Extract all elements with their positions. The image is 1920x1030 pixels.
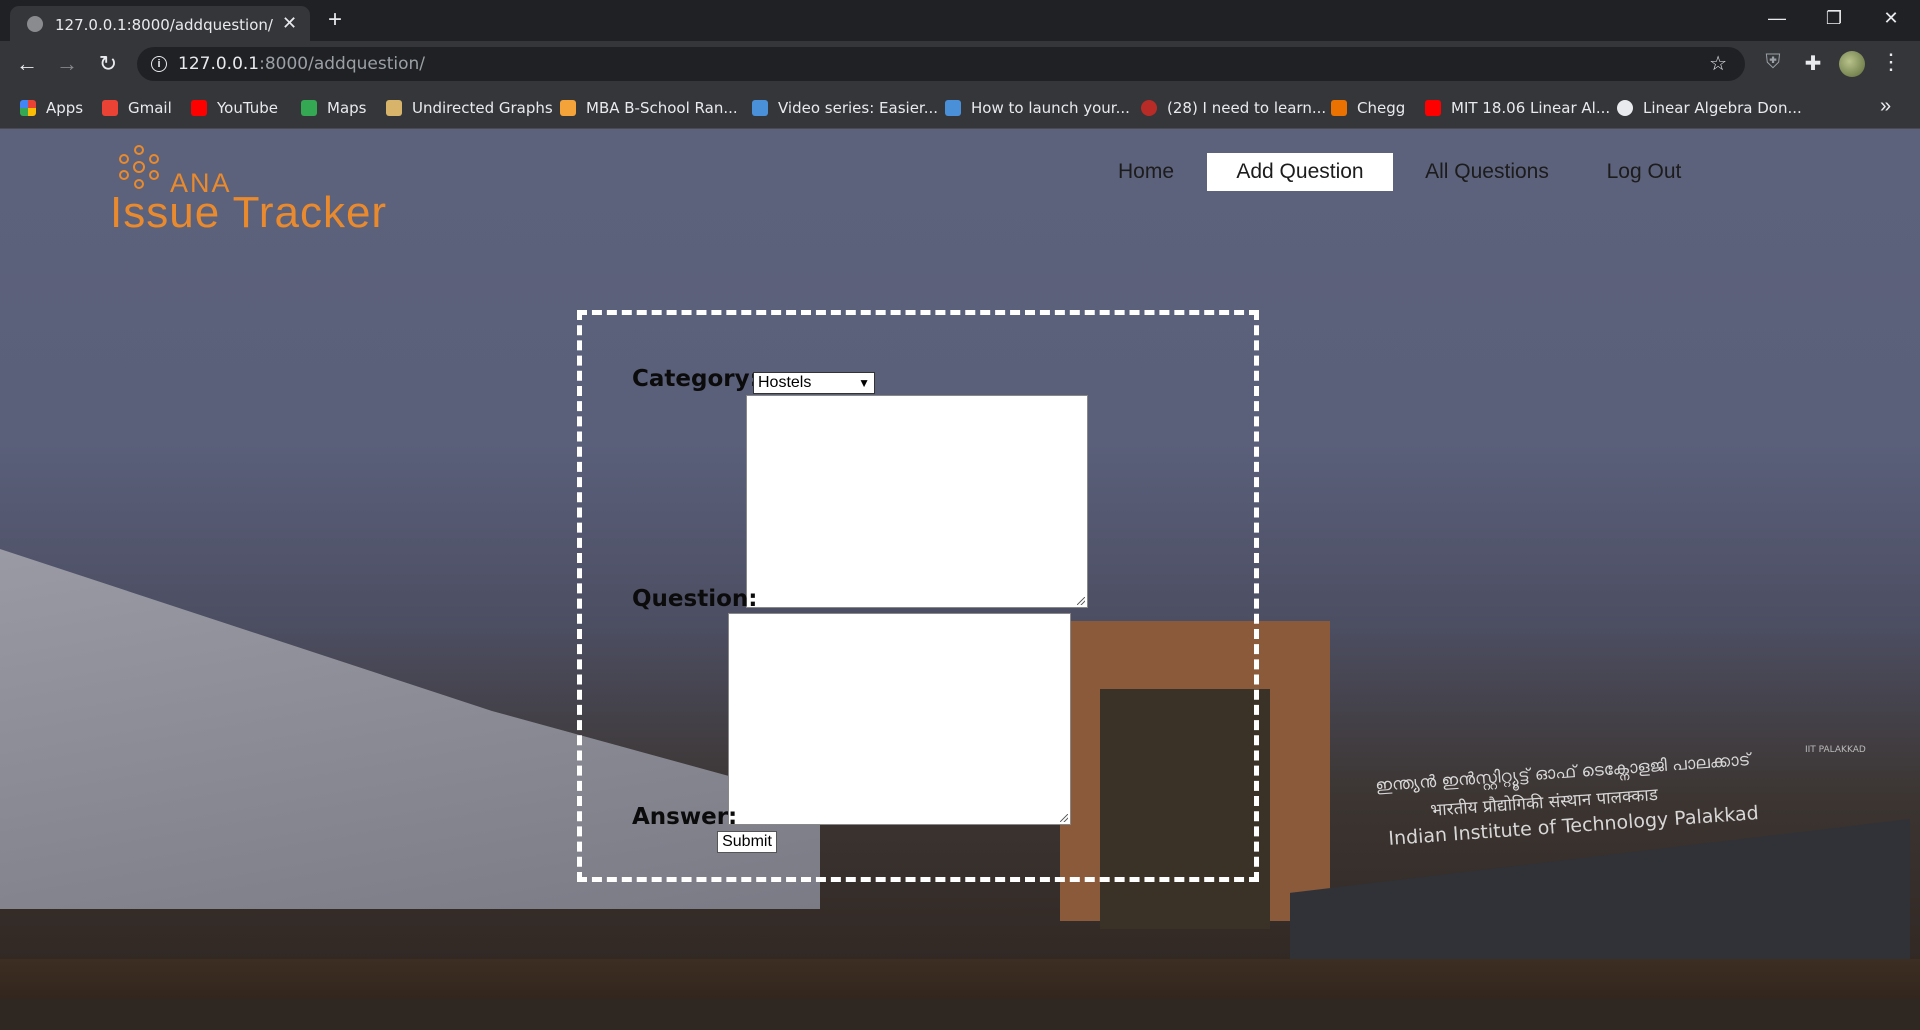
- close-window-icon[interactable]: ✕: [1868, 4, 1914, 32]
- browser-tab[interactable]: 127.0.0.1:8000/addquestion/ ✕: [10, 6, 310, 41]
- bookmark-chegg[interactable]: Chegg: [1331, 87, 1405, 128]
- globe-icon: [27, 16, 43, 32]
- bookmark-undirected-graphs[interactable]: Undirected Graphs: [386, 87, 553, 128]
- minimize-window-icon[interactable]: —: [1754, 4, 1800, 32]
- bookmark-label: Chegg: [1357, 98, 1406, 117]
- category-label: Category:: [632, 366, 759, 392]
- site-logo[interactable]: ANA Issue Tracker: [110, 142, 470, 237]
- chegg-icon: [1331, 99, 1347, 116]
- category-select[interactable]: Hostels ▼: [753, 372, 875, 394]
- browser-tab-strip: 127.0.0.1:8000/addquestion/ ✕ + — ❐ ✕: [0, 0, 1920, 41]
- bookmark-mit-linear[interactable]: MIT 18.06 Linear Al...: [1425, 87, 1610, 128]
- bookmark-maps[interactable]: Maps: [301, 87, 366, 128]
- question-label: Question:: [632, 586, 758, 612]
- back-arrow-icon[interactable]: ←: [13, 50, 41, 78]
- bookmark-label: How to launch your...: [971, 98, 1130, 117]
- bookmark-label: Undirected Graphs: [412, 98, 553, 117]
- restore-window-icon[interactable]: ❐: [1811, 4, 1857, 32]
- new-tab-icon[interactable]: +: [328, 7, 342, 33]
- nav-home-link[interactable]: Home: [1098, 153, 1194, 191]
- reload-icon[interactable]: ↻: [94, 50, 122, 78]
- nav-logout-link[interactable]: Log Out: [1592, 153, 1696, 191]
- url-host: 127.0.0.1: [178, 54, 260, 74]
- bookmark-label: Maps: [327, 98, 367, 117]
- resize-grip-icon[interactable]: [1077, 597, 1085, 605]
- doc-icon: [945, 99, 961, 116]
- question-textarea[interactable]: [746, 395, 1088, 608]
- bookmark-label: MBA B-School Ran...: [586, 98, 738, 117]
- bookmark-label: YouTube: [217, 98, 278, 117]
- shield-extension-icon[interactable]: ⛨: [1760, 51, 1786, 74]
- bookmark-label: Apps: [46, 98, 84, 117]
- url-path: :8000/addquestion/: [259, 54, 426, 74]
- gmail-icon: [102, 99, 118, 116]
- url-text[interactable]: 127.0.0.1:8000/addquestion/: [178, 54, 425, 74]
- more-bookmarks-icon[interactable]: »: [1880, 95, 1891, 118]
- nav-add-question-link[interactable]: Add Question: [1207, 153, 1393, 191]
- browser-toolbar: ← → ↻ i 127.0.0.1:8000/addquestion/ ☆ ⛨ …: [0, 41, 1920, 87]
- logo-title: Issue Tracker: [110, 188, 388, 237]
- bookmark-label: Linear Algebra Don...: [1643, 98, 1802, 117]
- graph-icon: [386, 99, 402, 116]
- logo-dots-icon: [119, 145, 159, 189]
- answer-label: Answer:: [632, 804, 738, 830]
- chevron-down-icon: ▼: [858, 376, 870, 390]
- apps-grid-icon: [20, 99, 36, 116]
- profile-avatar[interactable]: [1839, 51, 1865, 77]
- nav-all-questions-link[interactable]: All Questions: [1410, 153, 1564, 191]
- bookmarks-bar: Apps Gmail YouTube Maps Undirected Graph…: [0, 87, 1920, 129]
- doc-icon: [752, 99, 768, 116]
- bookmark-linear-algebra[interactable]: Linear Algebra Don...: [1617, 87, 1802, 128]
- extensions-puzzle-icon[interactable]: ✚: [1800, 51, 1826, 76]
- bookmark-star-icon[interactable]: ☆: [1709, 51, 1727, 76]
- youtube-icon: [1425, 99, 1441, 116]
- bookmark-label: Gmail: [128, 98, 172, 117]
- browser-menu-icon[interactable]: ⋮: [1880, 49, 1902, 75]
- bookmark-video-series[interactable]: Video series: Easier...: [752, 87, 938, 128]
- bookmark-mba[interactable]: MBA B-School Ran...: [560, 87, 738, 128]
- bookmark-label: Video series: Easier...: [778, 98, 939, 117]
- youtube-icon: [191, 99, 207, 116]
- close-tab-icon[interactable]: ✕: [282, 12, 297, 34]
- tab-title: 127.0.0.1:8000/addquestion/: [55, 16, 273, 34]
- maps-icon: [301, 99, 317, 116]
- bookmark-apps[interactable]: Apps: [20, 87, 83, 128]
- address-bar[interactable]: i 127.0.0.1:8000/addquestion/ ☆: [137, 47, 1745, 81]
- answer-textarea[interactable]: [728, 613, 1071, 825]
- road: [0, 999, 1920, 1030]
- forward-arrow-icon[interactable]: →: [53, 50, 81, 78]
- category-selected-value: Hostels: [758, 374, 812, 391]
- bookmark-gmail[interactable]: Gmail: [102, 87, 172, 128]
- resize-grip-icon[interactable]: [1060, 814, 1068, 822]
- bookmark-how-to-launch[interactable]: How to launch your...: [945, 87, 1130, 128]
- bookmark-quora[interactable]: (28) I need to learn...: [1141, 87, 1326, 128]
- bookmark-label: (28) I need to learn...: [1167, 98, 1327, 117]
- bookmark-label: MIT 18.06 Linear Al...: [1451, 98, 1611, 117]
- site-info-icon[interactable]: i: [151, 56, 167, 72]
- quora-icon: [1141, 99, 1157, 116]
- sign-badge-text: IIT PALAKKAD: [1805, 745, 1866, 755]
- globe-icon: [1617, 99, 1633, 116]
- submit-button[interactable]: Submit: [717, 831, 777, 853]
- mba-icon: [560, 99, 576, 116]
- bookmark-youtube[interactable]: YouTube: [191, 87, 278, 128]
